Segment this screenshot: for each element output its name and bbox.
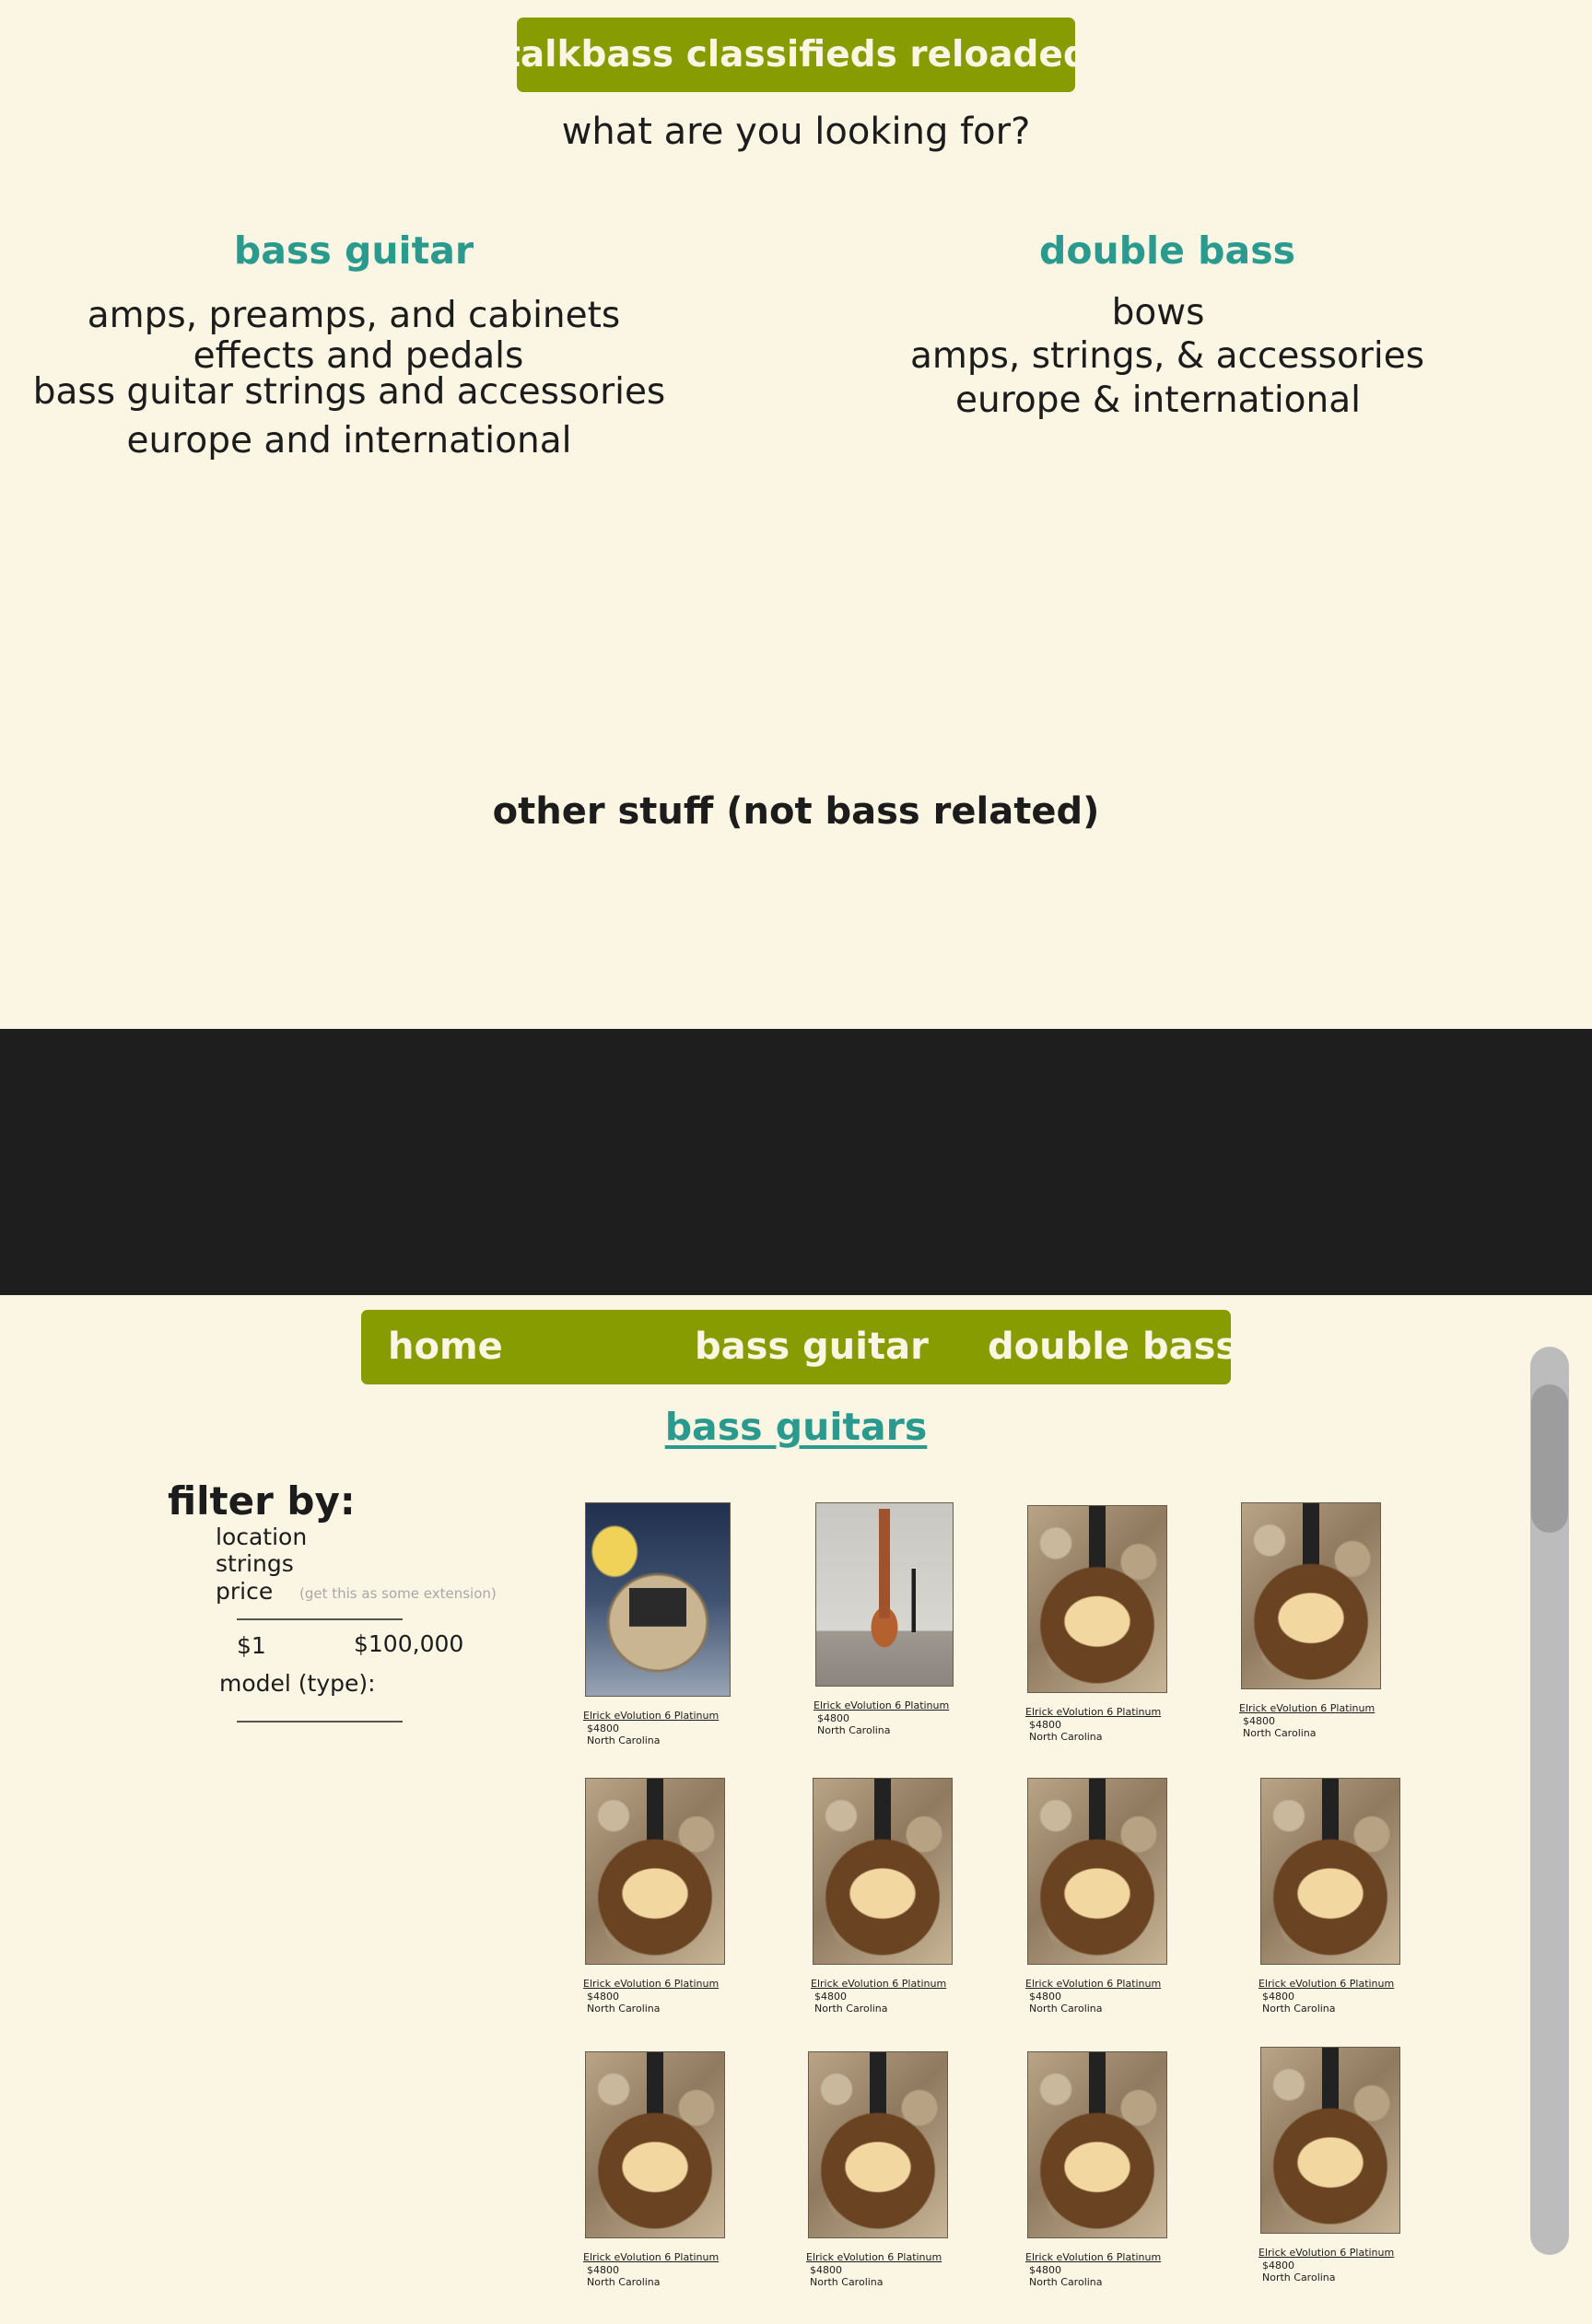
listing-photo[interactable] bbox=[1260, 1778, 1400, 1965]
listing-price: $4800 bbox=[1029, 1991, 1061, 2003]
nav-double-bass[interactable]: double bass bbox=[988, 1310, 1237, 1384]
listing-title[interactable]: bass guitars bbox=[0, 1405, 1592, 1449]
filter-title: filter by: bbox=[168, 1478, 356, 1524]
model-field[interactable] bbox=[237, 1721, 403, 1723]
listing-title-link[interactable]: Elrick eVolution 6 Platinum bbox=[1258, 1978, 1394, 1990]
top-nav: home bass guitar double bass bbox=[361, 1310, 1237, 1384]
category-other[interactable]: other stuff (not bass related) bbox=[0, 790, 1592, 833]
category-chooser: talkbass classifieds reloaded what are y… bbox=[0, 0, 1592, 1029]
nav-home[interactable]: home bbox=[388, 1310, 503, 1384]
site-brand[interactable]: talkbass classifieds reloaded bbox=[503, 18, 1089, 92]
listing-location: North Carolina bbox=[1243, 1727, 1317, 1739]
listing-title-link[interactable]: Elrick eVolution 6 Platinum bbox=[1258, 2247, 1394, 2259]
filter-location[interactable]: location bbox=[216, 1524, 307, 1550]
listing-photo[interactable] bbox=[585, 2051, 725, 2238]
listing-title-link[interactable]: Elrick eVolution 6 Platinum bbox=[583, 2251, 719, 2263]
listing-title-link[interactable]: Elrick eVolution 6 Platinum bbox=[1025, 1978, 1161, 1990]
listing-photo[interactable] bbox=[1260, 2047, 1400, 2234]
filter-model[interactable]: model (type): bbox=[219, 1670, 376, 1697]
listing-location: North Carolina bbox=[587, 1734, 661, 1746]
listing-location: North Carolina bbox=[817, 1724, 891, 1736]
price-hint: (get this as some extension) bbox=[299, 1585, 497, 1602]
filter-strings[interactable]: strings bbox=[216, 1550, 294, 1577]
listing-title-link[interactable]: Elrick eVolution 6 Platinum bbox=[583, 1710, 719, 1722]
category-bass-guitar-title[interactable]: bass guitar bbox=[170, 228, 538, 273]
scrollbar-thumb[interactable] bbox=[1531, 1384, 1568, 1533]
price-min: $1 bbox=[237, 1632, 266, 1659]
listing-photo[interactable] bbox=[1027, 1505, 1167, 1693]
listing-photo[interactable] bbox=[808, 2051, 948, 2238]
link-double-europe-international[interactable]: europe & international bbox=[882, 380, 1434, 421]
listing-price: $4800 bbox=[814, 1991, 847, 2003]
listing-photo[interactable] bbox=[1241, 1502, 1381, 1689]
link-bass-strings-accessories[interactable]: bass guitar strings and accessories bbox=[31, 371, 667, 413]
nav-bass-guitar[interactable]: bass guitar bbox=[695, 1310, 929, 1384]
listing-title-link[interactable]: Elrick eVolution 6 Platinum bbox=[1239, 1702, 1375, 1714]
section-divider bbox=[0, 1029, 1592, 1295]
listing-title-link[interactable]: Elrick eVolution 6 Platinum bbox=[811, 1978, 946, 1990]
listing-photo[interactable] bbox=[585, 1778, 725, 1965]
listing-photo[interactable] bbox=[813, 1778, 953, 1965]
listing-title-link[interactable]: Elrick eVolution 6 Platinum bbox=[814, 1699, 949, 1711]
listing-price: $4800 bbox=[1262, 2260, 1294, 2271]
listing-price: $4800 bbox=[1243, 1715, 1275, 1727]
listing-location: North Carolina bbox=[587, 2276, 661, 2288]
listing-location: North Carolina bbox=[1262, 2271, 1336, 2283]
listing-title-link[interactable]: Elrick eVolution 6 Platinum bbox=[1025, 1706, 1161, 1718]
category-double-bass-title[interactable]: double bass bbox=[983, 228, 1352, 273]
filter-price[interactable]: price bbox=[216, 1578, 273, 1605]
listing-location: North Carolina bbox=[814, 2003, 888, 2015]
link-amps-preamps-cabinets[interactable]: amps, preamps, and cabinets bbox=[31, 295, 676, 336]
listing-location: North Carolina bbox=[587, 2003, 661, 2015]
listing-title-link[interactable]: Elrick eVolution 6 Platinum bbox=[583, 1978, 719, 1990]
listing-price: $4800 bbox=[587, 1991, 619, 2003]
listing-photo[interactable] bbox=[585, 1502, 731, 1697]
listing-location: North Carolina bbox=[1029, 2276, 1103, 2288]
listing-title-link[interactable]: Elrick eVolution 6 Platinum bbox=[806, 2251, 942, 2263]
price-slider[interactable] bbox=[237, 1618, 403, 1620]
listing-photo[interactable] bbox=[1027, 1778, 1167, 1965]
price-max: $100,000 bbox=[354, 1630, 464, 1657]
listing-price: $4800 bbox=[587, 2264, 619, 2276]
listing-location: North Carolina bbox=[810, 2276, 884, 2288]
listing-title-link[interactable]: Elrick eVolution 6 Platinum bbox=[1025, 2251, 1161, 2263]
link-bass-europe-international[interactable]: europe and international bbox=[31, 420, 667, 461]
listing-photo[interactable] bbox=[815, 1502, 954, 1687]
listing-price: $4800 bbox=[1029, 2264, 1061, 2276]
listing-location: North Carolina bbox=[1029, 1731, 1103, 1743]
page-question: what are you looking for? bbox=[561, 111, 1031, 153]
listing-photo[interactable] bbox=[1027, 2051, 1167, 2238]
listing-price: $4800 bbox=[1262, 1991, 1294, 2003]
link-double-amps-strings-accessories[interactable]: amps, strings, & accessories bbox=[882, 335, 1453, 377]
listing-location: North Carolina bbox=[1029, 2003, 1103, 2015]
listing-price: $4800 bbox=[587, 1723, 619, 1734]
listing-location: North Carolina bbox=[1262, 2003, 1336, 2015]
listing-price: $4800 bbox=[810, 2264, 842, 2276]
link-bows[interactable]: bows bbox=[882, 292, 1434, 333]
listing-price: $4800 bbox=[817, 1712, 849, 1724]
listing-price: $4800 bbox=[1029, 1719, 1061, 1731]
